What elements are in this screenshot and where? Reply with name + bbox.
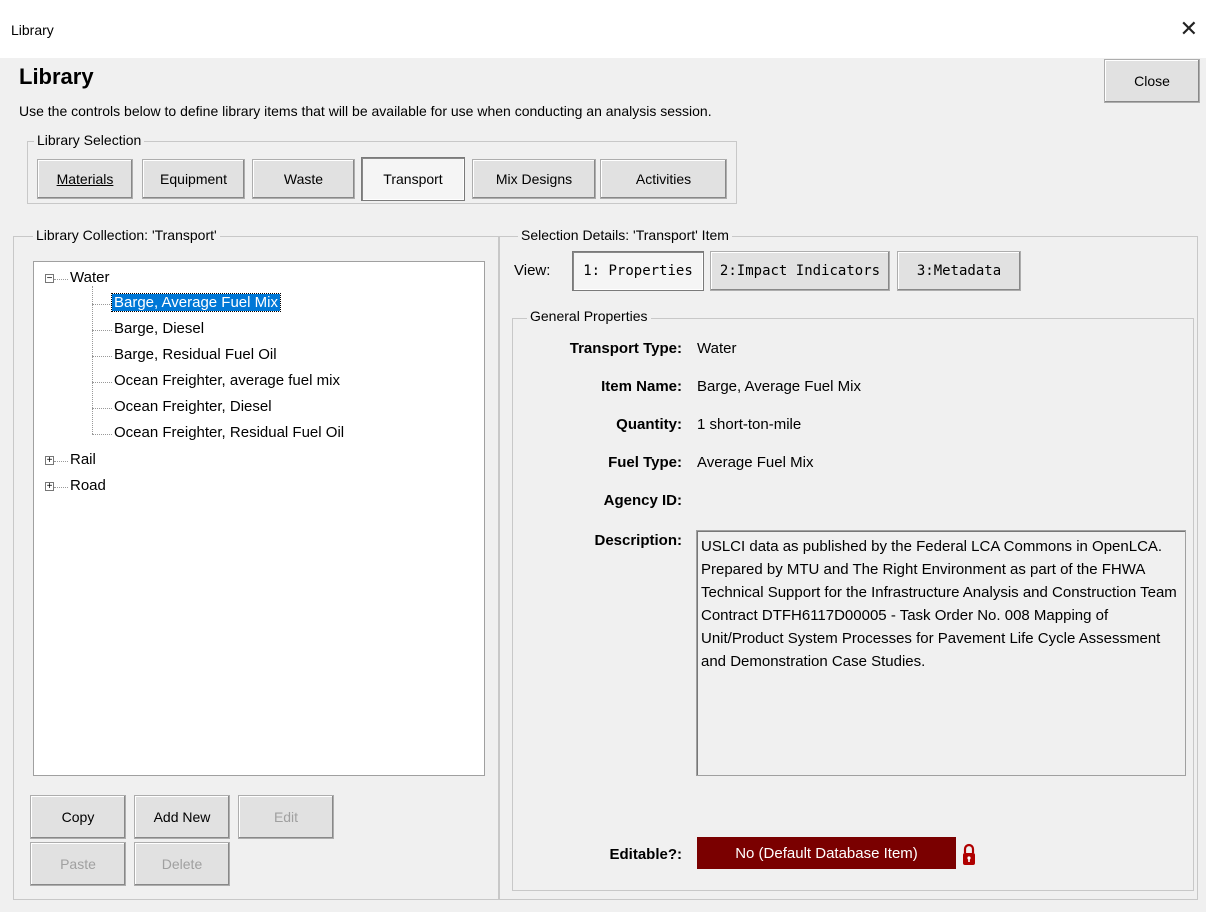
tree-connector [54, 461, 68, 462]
tree-connector [92, 382, 112, 383]
tree-connector [92, 304, 112, 305]
description-textbox[interactable]: USLCI data as published by the Federal L… [696, 530, 1186, 776]
expand-icon[interactable]: + [45, 482, 54, 492]
item-name-value: Barge, Average Fuel Mix [697, 378, 861, 395]
paste-button[interactable]: Paste [30, 842, 126, 886]
tab-impact-indicators[interactable]: 2:Impact Indicators [710, 251, 890, 291]
equipment-button[interactable]: Equipment [142, 159, 245, 199]
close-button[interactable]: Close [1104, 59, 1200, 103]
tree-item[interactable]: Ocean Freighter, Diesel [114, 398, 272, 415]
tree-item[interactable]: Barge, Diesel [114, 320, 204, 337]
tree-connector [92, 434, 112, 435]
page-title: Library [19, 64, 94, 89]
library-selection-legend: Library Selection [34, 132, 145, 148]
waste-button[interactable]: Waste [252, 159, 355, 199]
tree-item[interactable]: Ocean Freighter, average fuel mix [114, 372, 340, 389]
tree-node-road[interactable]: Road [70, 477, 106, 494]
library-collection-legend: Library Collection: 'Transport' [33, 227, 220, 243]
description-label: Description: [594, 532, 682, 549]
tree-connector [54, 487, 68, 488]
view-label: View: [514, 262, 551, 279]
mix-designs-button[interactable]: Mix Designs [472, 159, 596, 199]
materials-button[interactable]: Materials [37, 159, 133, 199]
tree-item-selected[interactable]: Barge, Average Fuel Mix [111, 293, 281, 312]
agency-id-label: Agency ID: [603, 492, 682, 509]
tree-connector [92, 286, 93, 434]
collapse-icon[interactable]: − [45, 274, 54, 284]
edit-button[interactable]: Edit [238, 795, 334, 839]
delete-button[interactable]: Delete [134, 842, 230, 886]
lock-icon [962, 843, 976, 870]
editable-status-badge: No (Default Database Item) [697, 837, 956, 869]
transport-tree[interactable]: − Water Barge, Average Fuel Mix Barge, D… [33, 261, 485, 776]
tree-connector [92, 408, 112, 409]
tree-item[interactable]: Ocean Freighter, Residual Fuel Oil [114, 424, 344, 441]
tree-connector [92, 330, 112, 331]
close-button-label: Close [1134, 73, 1170, 89]
transport-button[interactable]: Transport [361, 157, 465, 201]
window-title: Library [11, 22, 54, 38]
item-name-label: Item Name: [601, 378, 682, 395]
tree-item[interactable]: Barge, Residual Fuel Oil [114, 346, 277, 363]
transport-type-label: Transport Type: [569, 340, 682, 357]
fuel-type-label: Fuel Type: [608, 454, 682, 471]
expand-icon[interactable]: + [45, 456, 54, 466]
tree-node-rail[interactable]: Rail [70, 451, 96, 468]
tree-node-water[interactable]: Water [70, 269, 109, 286]
activities-button[interactable]: Activities [600, 159, 727, 199]
fuel-type-value: Average Fuel Mix [697, 454, 814, 471]
add-new-button[interactable]: Add New [134, 795, 230, 839]
selection-details-legend: Selection Details: 'Transport' Item [518, 227, 732, 243]
tab-properties[interactable]: 1: Properties [572, 251, 704, 291]
transport-type-value: Water [697, 340, 737, 357]
tree-connector [92, 356, 112, 357]
tree-connector [54, 279, 68, 280]
tab-metadata[interactable]: 3:Metadata [897, 251, 1021, 291]
title-bar [0, 0, 1206, 58]
copy-button[interactable]: Copy [30, 795, 126, 839]
quantity-label: Quantity: [616, 416, 682, 433]
quantity-value: 1 short-ton-mile [697, 416, 802, 433]
close-icon[interactable]: ✕ [1180, 16, 1198, 42]
instructions-text: Use the controls below to define library… [19, 103, 712, 119]
general-properties-legend: General Properties [527, 308, 651, 324]
editable-label: Editable?: [609, 846, 682, 863]
